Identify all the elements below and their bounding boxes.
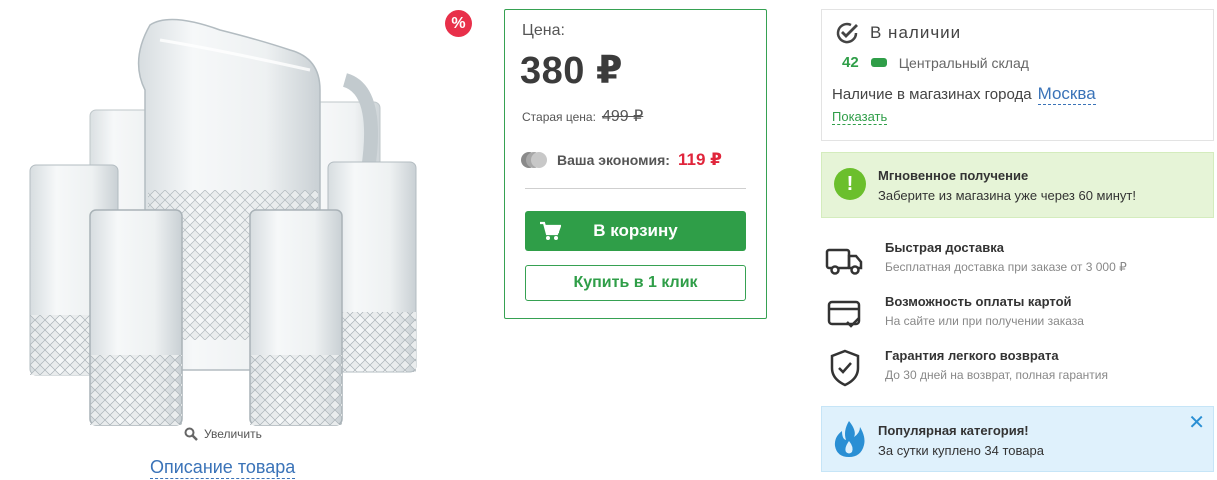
feature-title: Гарантия легкого возврата xyxy=(885,348,1059,363)
current-price: 380 ₽ xyxy=(520,50,623,92)
feature-delivery: Быстрая доставка Бесплатная доставка при… xyxy=(821,240,1214,290)
economy-value: 119 ₽ xyxy=(677,150,722,169)
feature-card-payment: Возможность оплаты картой На сайте или п… xyxy=(821,294,1214,344)
stock-count: 42 xyxy=(842,54,859,71)
old-price-value: 499 ₽ xyxy=(601,108,644,125)
check-circle-icon xyxy=(836,22,858,44)
truck-icon xyxy=(825,248,863,275)
city-availability-label: Наличие в магазинах города xyxy=(832,86,1032,103)
product-description-link[interactable]: Описание товара xyxy=(150,456,296,479)
instant-pickup-title: Мгновенное получение xyxy=(878,168,1029,183)
feature-title: Быстрая доставка xyxy=(885,240,1004,255)
availability-status-label: В наличии xyxy=(870,23,962,42)
old-price-row: Старая цена: 499 ₽ xyxy=(522,106,643,126)
popular-category-title: Популярная категория! xyxy=(878,423,1029,438)
card-icon xyxy=(827,300,861,328)
zoom-button[interactable]: Увеличить xyxy=(184,427,262,441)
warehouse-name: Центральный склад xyxy=(898,54,1029,71)
product-image[interactable] xyxy=(20,10,430,430)
instant-pickup-subtitle: Заберите из магазина уже через 60 минут! xyxy=(878,188,1136,203)
city-availability-row: Наличие в магазинах города Москва xyxy=(832,84,1096,105)
add-to-cart-button[interactable]: В корзину xyxy=(525,211,746,251)
close-icon[interactable]: ✕ xyxy=(1188,413,1205,433)
magnifier-icon xyxy=(184,427,198,441)
price-box: Цена: 380 ₽ Старая цена: 499 ₽ Ваша экон… xyxy=(504,9,767,319)
availability-status: В наличии xyxy=(834,20,961,46)
price-divider xyxy=(525,188,746,189)
old-price-label: Старая цена: xyxy=(522,110,596,124)
cart-icon xyxy=(540,221,561,240)
stock-row: 42 Центральный склад xyxy=(842,54,1029,71)
feature-subtitle: Бесплатная доставка при заказе от 3 000 … xyxy=(885,260,1127,274)
economy-label: Ваша экономия: xyxy=(557,152,670,168)
economy-toggle-icon xyxy=(521,151,549,169)
economy-row: Ваша экономия: 119 ₽ xyxy=(521,150,722,170)
popular-category-subtitle: За сутки куплено 34 товара xyxy=(878,443,1044,458)
show-stores-link[interactable]: Показать xyxy=(832,109,888,125)
sale-badge: % xyxy=(445,10,472,37)
feature-subtitle: На сайте или при получении заказа xyxy=(885,314,1084,328)
stock-indicator xyxy=(870,58,887,67)
instant-pickup-box: ! Мгновенное получение Заберите из магаз… xyxy=(821,152,1214,218)
zoom-label: Увеличить xyxy=(204,427,262,441)
fire-icon xyxy=(834,421,865,457)
product-image-area: % Увеличить Описание товара xyxy=(0,0,490,480)
exclamation-icon: ! xyxy=(834,168,866,200)
add-to-cart-label: В корзину xyxy=(593,221,678,240)
buy-one-click-button[interactable]: Купить в 1 клик xyxy=(525,265,746,301)
popular-category-box: Популярная категория! За сутки куплено 3… xyxy=(821,406,1214,472)
feature-title: Возможность оплаты картой xyxy=(885,294,1072,309)
feature-easy-return: Гарантия легкого возврата До 30 дней на … xyxy=(821,348,1214,398)
feature-subtitle: До 30 дней на возврат, полная гарантия xyxy=(885,368,1109,382)
availability-box: В наличии 42 Центральный склад Наличие в… xyxy=(821,9,1214,141)
shield-icon xyxy=(830,349,860,387)
price-label: Цена: xyxy=(522,22,565,39)
city-selector[interactable]: Москва xyxy=(1037,84,1096,105)
